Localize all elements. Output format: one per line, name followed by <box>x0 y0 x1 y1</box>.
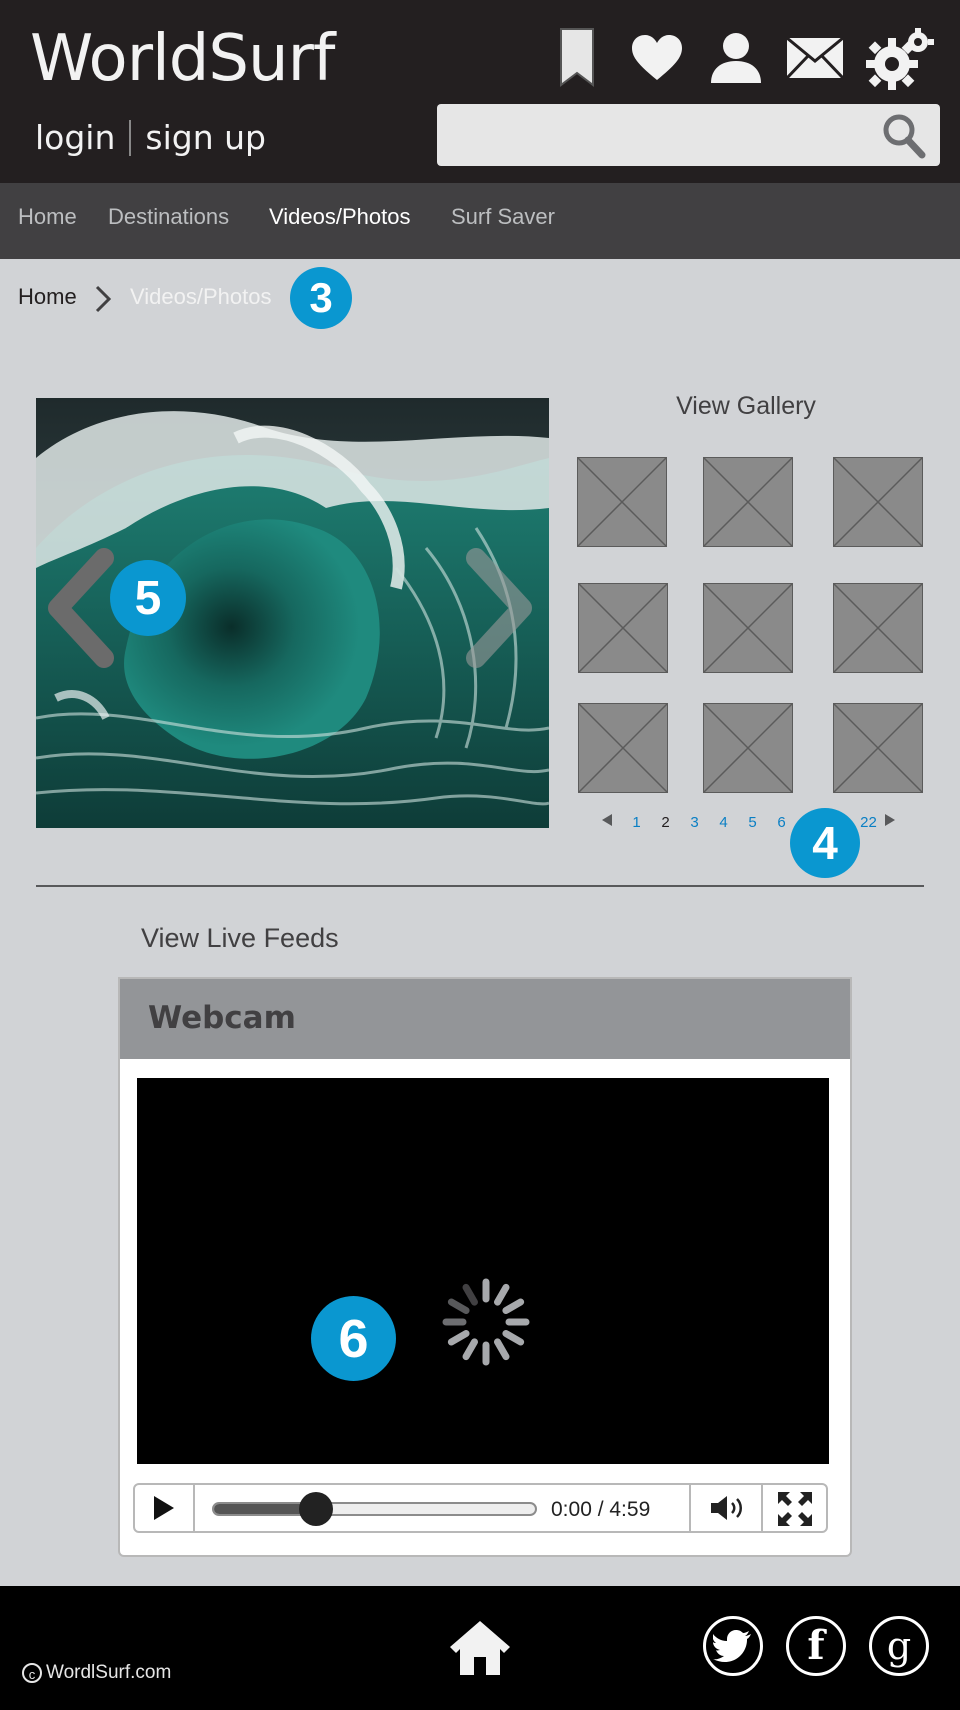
volume-icon[interactable] <box>709 1494 747 1527</box>
gallery-thumbnail[interactable] <box>833 703 923 793</box>
settings-gear-icon[interactable] <box>862 28 934 92</box>
gallery-thumbnail[interactable] <box>577 457 667 547</box>
carousel-prev-arrow[interactable] <box>42 548 114 673</box>
nav-item-surf-saver[interactable]: Surf Saver <box>451 204 555 230</box>
annotation-badge-4: 4 <box>790 808 860 878</box>
gallery-thumbnail[interactable] <box>833 457 923 547</box>
gallery-title: View Gallery <box>676 392 816 420</box>
facebook-icon[interactable]: f <box>786 1616 846 1676</box>
pagination-page-22[interactable]: 22 <box>854 814 883 831</box>
pagination-page-1[interactable]: 1 <box>622 814 651 831</box>
auth-links: login sign up <box>35 118 266 157</box>
site-logo[interactable]: WorldSurf <box>30 22 335 96</box>
gallery-thumbnail[interactable] <box>703 583 793 673</box>
search-input[interactable] <box>437 104 940 166</box>
bookmark-icon[interactable] <box>545 26 609 90</box>
signup-link[interactable]: sign up <box>145 118 266 157</box>
pagination-next-icon[interactable] <box>883 813 897 831</box>
pagination-prev-icon[interactable] <box>600 813 614 831</box>
pagination-page-5[interactable]: 5 <box>738 814 767 831</box>
copyright-icon: c <box>22 1663 42 1683</box>
webcam-title: Webcam <box>148 1000 296 1036</box>
annotation-badge-5: 5 <box>110 560 186 636</box>
home-icon[interactable] <box>448 1619 512 1682</box>
fullscreen-icon[interactable] <box>776 1490 814 1533</box>
breadcrumb-home[interactable]: Home <box>18 284 77 310</box>
gallery-thumbnail[interactable] <box>703 703 793 793</box>
gallery-thumbnail[interactable] <box>578 703 668 793</box>
nav-item-videos-photos[interactable]: Videos/Photos <box>269 204 410 230</box>
live-feeds-title: View Live Feeds <box>141 923 339 953</box>
login-link[interactable]: login <box>35 118 115 157</box>
section-divider <box>36 885 924 887</box>
mail-icon[interactable] <box>783 26 847 90</box>
twitter-icon[interactable] <box>703 1616 763 1676</box>
loading-spinner-icon <box>436 1274 536 1375</box>
play-icon[interactable] <box>151 1494 177 1527</box>
heart-icon[interactable] <box>625 26 689 90</box>
copyright-text: WordlSurf.com <box>46 1662 172 1683</box>
gallery-thumbnail[interactable] <box>703 457 793 547</box>
video-progress-bar[interactable] <box>212 1502 537 1516</box>
search-icon[interactable] <box>878 109 932 163</box>
nav-item-home[interactable]: Home <box>18 204 77 230</box>
auth-divider <box>129 119 132 156</box>
carousel-next-arrow[interactable] <box>466 548 538 673</box>
breadcrumb-chevron-icon <box>94 285 112 318</box>
pagination-page-4[interactable]: 4 <box>709 814 738 831</box>
pagination-page-6[interactable]: 6 <box>767 814 796 831</box>
google-plus-icon[interactable]: g <box>869 1616 929 1676</box>
control-divider <box>761 1485 763 1531</box>
annotation-badge-6: 6 <box>311 1296 396 1381</box>
video-player[interactable] <box>137 1078 829 1464</box>
progress-scrubber-handle[interactable] <box>299 1492 333 1526</box>
breadcrumb-current: Videos/Photos <box>130 284 272 309</box>
video-time: 0:00 / 4:59 <box>551 1498 651 1521</box>
pagination-page-2[interactable]: 2 <box>651 814 680 831</box>
gallery-thumbnail[interactable] <box>578 583 668 673</box>
pagination-page-3[interactable]: 3 <box>680 814 709 831</box>
annotation-badge-3: 3 <box>290 267 352 329</box>
user-icon[interactable] <box>704 26 768 90</box>
control-divider <box>193 1485 195 1531</box>
copyright: c WordlSurf.com <box>22 1662 171 1684</box>
gallery-thumbnail[interactable] <box>833 583 923 673</box>
nav-item-destinations[interactable]: Destinations <box>108 204 229 230</box>
control-divider <box>689 1485 691 1531</box>
